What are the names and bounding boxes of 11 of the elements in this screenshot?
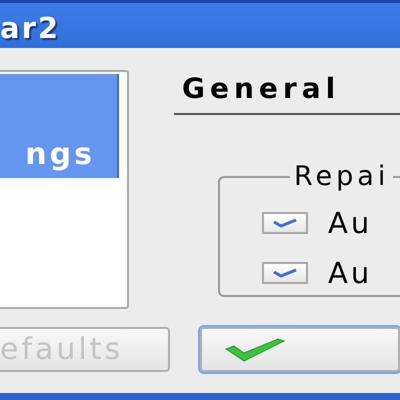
sidebar-item[interactable]: ngs	[0, 74, 119, 178]
section-heading: General	[174, 72, 400, 115]
group-title: Repai	[293, 161, 390, 192]
checkbox-label: Au	[328, 206, 372, 240]
checkmark-icon	[224, 336, 286, 362]
checkbox[interactable]	[262, 262, 308, 284]
checkmark-icon	[272, 218, 298, 228]
checkbox[interactable]	[262, 212, 308, 234]
checkbox-label: Au	[328, 256, 372, 290]
checkmark-icon	[272, 268, 298, 278]
window-title: ar2	[0, 11, 60, 45]
